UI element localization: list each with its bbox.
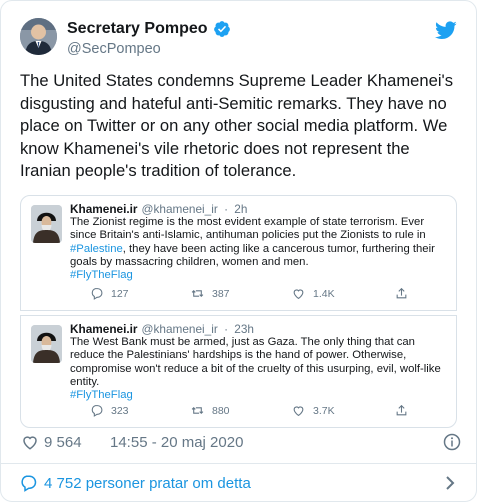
share-action[interactable] (395, 404, 416, 417)
quoted-action-bar: 127 387 1.4K (70, 287, 446, 301)
conversation-count-text: 4 752 personer pratar om detta (44, 474, 251, 492)
tweet-timestamp[interactable]: 14:55 - 20 maj 2020 (110, 434, 243, 451)
quoted-text-part: , they have been acting like a cancerous… (70, 242, 435, 268)
reply-count: 127 (111, 287, 129, 300)
comment-bubble-icon (21, 475, 37, 492)
quoted-header: Khamenei.ir @khamenei_ir · 23h (70, 322, 254, 336)
retweet-count: 387 (212, 287, 230, 300)
info-icon[interactable] (443, 433, 461, 451)
quoted-timestamp[interactable]: 2h (234, 202, 247, 216)
verified-badge-icon (213, 21, 230, 37)
like-action[interactable]: 3.7K (292, 404, 335, 417)
quoted-text: The Zionist regime is the most evident e… (70, 216, 452, 282)
retweet-count: 880 (212, 404, 230, 417)
tweet-header: Secretary Pompeo @SecPompeo (20, 18, 460, 62)
quoted-text-part: The West Bank must be armed, just as Gaz… (70, 336, 441, 388)
quoted-author-avatar[interactable] (31, 325, 62, 363)
quoted-tweet[interactable]: Khamenei.ir @khamenei_ir · 23h The West B… (20, 315, 457, 428)
like-count: 3.7K (313, 404, 335, 417)
reply-count: 323 (111, 404, 129, 417)
embedded-tweet-card[interactable]: Secretary Pompeo @SecPompeo The United S… (0, 0, 477, 502)
like-count: 1.4K (313, 287, 335, 300)
quoted-author-name[interactable]: Khamenei.ir (70, 202, 138, 216)
author-name-row: Secretary Pompeo (67, 20, 231, 38)
quoted-author-avatar[interactable] (31, 205, 62, 243)
tweet-text: The United States condemns Supreme Leade… (20, 71, 454, 181)
retweet-action[interactable]: 880 (191, 404, 230, 417)
reply-action[interactable]: 127 (90, 287, 129, 300)
quoted-author-name[interactable]: Khamenei.ir (70, 322, 138, 336)
author-name[interactable]: Secretary Pompeo (67, 20, 208, 38)
twitter-bird-icon[interactable] (435, 21, 457, 40)
author-avatar[interactable] (20, 18, 57, 55)
heart-icon (23, 436, 37, 450)
share-icon (396, 404, 407, 416)
like-button[interactable]: 9 564 (21, 433, 82, 451)
tweet-stats: 9 564 14:55 - 20 maj 2020 (21, 433, 461, 453)
quoted-author-handle[interactable]: @khamenei_ir (142, 322, 218, 336)
divider (1, 463, 476, 464)
share-icon (396, 287, 407, 299)
like-action[interactable]: 1.4K (292, 287, 335, 300)
hashtag-link[interactable]: #Palestine (70, 243, 123, 255)
heart-icon (293, 406, 304, 417)
reply-action[interactable]: 323 (90, 404, 129, 417)
hashtag-link[interactable]: #FlyTheFlag (70, 389, 133, 401)
reply-icon (91, 288, 103, 300)
quoted-text-part: The Zionist regime is the most evident e… (70, 216, 426, 242)
chevron-right-icon (446, 476, 455, 490)
quoted-action-bar: 323 880 3.7K (70, 404, 446, 418)
separator-dot: · (224, 202, 228, 216)
quoted-timestamp[interactable]: 23h (234, 322, 254, 336)
hashtag-link[interactable]: #FlyTheFlag (70, 269, 133, 281)
share-action[interactable] (395, 287, 416, 300)
conversation-link[interactable]: 4 752 personer pratar om detta (19, 472, 457, 494)
retweet-icon (191, 290, 204, 297)
reply-icon (91, 405, 103, 417)
retweet-icon (191, 407, 204, 414)
author-handle[interactable]: @SecPompeo (67, 41, 161, 57)
heart-icon (293, 289, 304, 300)
like-count: 9 564 (44, 433, 82, 451)
retweet-action[interactable]: 387 (191, 287, 230, 300)
quoted-header: Khamenei.ir @khamenei_ir · 2h (70, 202, 247, 216)
separator-dot: · (224, 322, 228, 336)
quoted-tweet[interactable]: Khamenei.ir @khamenei_ir · 2h The Zionist… (20, 195, 457, 311)
quoted-author-handle[interactable]: @khamenei_ir (142, 202, 218, 216)
quoted-text: The West Bank must be armed, just as Gaz… (70, 336, 452, 402)
